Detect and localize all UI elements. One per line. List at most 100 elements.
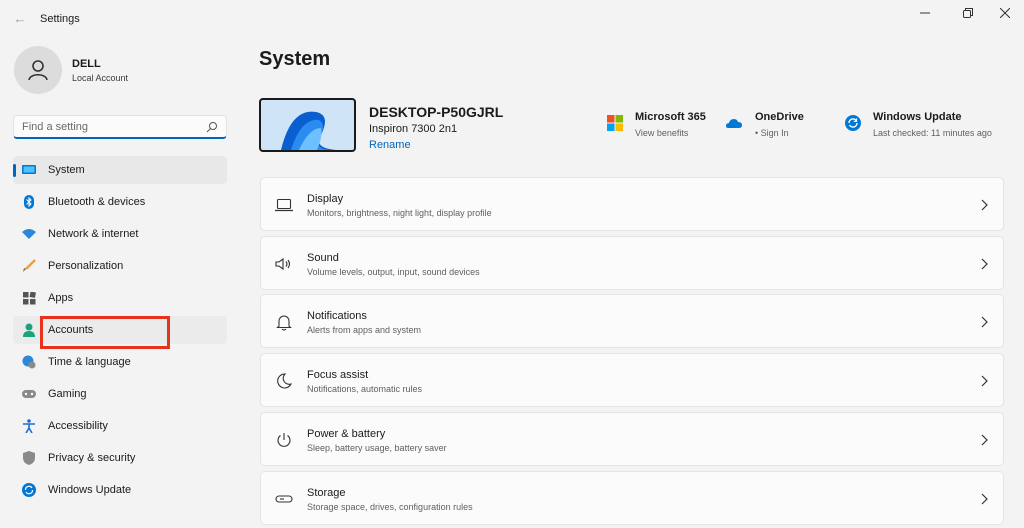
sidebar-item-bluetooth[interactable]: Bluetooth & devices [13, 188, 227, 216]
card-subtitle: Alerts from apps and system [307, 325, 422, 335]
search-input[interactable] [22, 119, 202, 135]
sidebar-item-time-language[interactable]: Time & language [13, 348, 227, 376]
tile-subtitle: • Sign In [755, 128, 789, 138]
restore-icon [963, 8, 973, 18]
paintbrush-icon [22, 259, 36, 273]
chevron-right-icon [981, 434, 988, 446]
accessibility-icon [22, 419, 36, 433]
sync-icon [22, 483, 36, 497]
card-title: Notifications [307, 310, 367, 322]
sidebar-item-accounts[interactable]: Accounts [13, 316, 227, 344]
tile-subtitle: View benefits [635, 128, 689, 138]
card-subtitle: Sleep, battery usage, battery saver [307, 443, 447, 453]
sidebar-nav: System Bluetooth & devices Network & int… [13, 156, 227, 508]
person-icon [22, 323, 36, 337]
bluetooth-icon [22, 195, 36, 209]
device-model: Inspiron 7300 2n1 [369, 123, 458, 135]
app-title: Settings [40, 13, 80, 25]
card-title: Sound [307, 252, 339, 264]
microsoft-365-tile[interactable]: Microsoft 365 View benefits [606, 110, 716, 142]
search-icon[interactable] [206, 121, 218, 133]
chevron-right-icon [981, 493, 988, 505]
bell-icon [274, 312, 294, 332]
sidebar-item-label: Personalization [48, 260, 124, 272]
wifi-icon [22, 227, 36, 241]
monitor-icon [22, 163, 36, 177]
restore-button[interactable] [951, 4, 985, 22]
onedrive-cloud-icon [726, 119, 742, 128]
drive-icon [274, 489, 294, 509]
card-subtitle: Storage space, drives, configuration rul… [307, 502, 473, 512]
sidebar: DELL Local Account System Bluetooth & de… [0, 36, 240, 528]
card-subtitle: Volume levels, output, input, sound devi… [307, 267, 480, 277]
sidebar-item-label: Privacy & security [48, 452, 136, 464]
person-avatar-icon [28, 60, 48, 81]
shield-icon [22, 451, 36, 465]
sidebar-item-label: Apps [48, 292, 74, 304]
tile-title: Microsoft 365 [635, 111, 706, 123]
speaker-icon [274, 254, 294, 274]
search-box[interactable] [13, 115, 227, 139]
globe-clock-icon [22, 355, 36, 369]
sidebar-item-gaming[interactable]: Gaming [13, 380, 227, 408]
user-name: DELL [72, 58, 101, 70]
card-title: Power & battery [307, 428, 386, 440]
windows-update-tile[interactable]: Windows Update Last checked: 11 minutes … [844, 110, 1014, 142]
gamepad-icon [22, 387, 36, 401]
sidebar-item-label: Bluetooth & devices [48, 196, 146, 208]
card-subtitle: Monitors, brightness, night light, displ… [307, 208, 492, 218]
chevron-right-icon [981, 375, 988, 387]
page-title: System [259, 48, 331, 70]
sidebar-item-label: Gaming [48, 388, 87, 400]
chevron-right-icon [981, 258, 988, 270]
windows-update-icon [845, 115, 861, 131]
microsoft-logo-icon [607, 115, 623, 131]
chevron-right-icon [981, 199, 988, 211]
close-icon [1000, 8, 1010, 18]
sidebar-item-apps[interactable]: Apps [13, 284, 227, 312]
device-wallpaper-thumbnail [259, 98, 356, 152]
avatar[interactable] [14, 46, 62, 94]
card-sound[interactable]: Sound Volume levels, output, input, soun… [260, 236, 1004, 290]
title-bar: ← Settings [0, 0, 1024, 36]
card-title: Focus assist [307, 369, 369, 381]
sidebar-item-label: Network & internet [48, 228, 139, 240]
card-display[interactable]: Display Monitors, brightness, night ligh… [260, 177, 1004, 231]
apps-grid-icon [22, 291, 36, 305]
card-title: Storage [307, 487, 346, 499]
power-icon [274, 430, 294, 450]
selection-indicator [13, 164, 16, 177]
card-storage[interactable]: Storage Storage space, drives, configura… [260, 471, 1004, 525]
moon-icon [274, 371, 294, 391]
account-type: Local Account [72, 73, 129, 83]
rename-link[interactable]: Rename [369, 139, 411, 151]
sidebar-item-personalization[interactable]: Personalization [13, 252, 227, 280]
sidebar-item-accessibility[interactable]: Accessibility [13, 412, 227, 440]
onedrive-tile[interactable]: OneDrive • Sign In [726, 110, 826, 142]
card-notifications[interactable]: Notifications Alerts from apps and syste… [260, 294, 1004, 348]
minimize-icon [920, 12, 930, 14]
card-power-battery[interactable]: Power & battery Sleep, battery usage, ba… [260, 412, 1004, 466]
close-button[interactable] [988, 4, 1022, 22]
main-content: System DESKTOP-P50GJRL Inspiron 7300 2n1… [240, 36, 1024, 528]
sidebar-item-privacy-security[interactable]: Privacy & security [13, 444, 227, 472]
card-subtitle: Notifications, automatic rules [307, 384, 423, 394]
tile-title: Windows Update [873, 111, 962, 123]
laptop-icon [274, 195, 294, 215]
tile-title: OneDrive [755, 111, 804, 123]
sidebar-item-windows-update[interactable]: Windows Update [13, 476, 227, 504]
device-name: DESKTOP-P50GJRL [369, 104, 504, 120]
sidebar-item-label: Time & language [48, 356, 131, 368]
sidebar-item-label: Accounts [48, 324, 94, 336]
sidebar-item-network[interactable]: Network & internet [13, 220, 227, 248]
tile-subtitle: Last checked: 11 minutes ago [873, 128, 992, 138]
sidebar-item-label: Windows Update [48, 484, 132, 496]
sidebar-item-label: Accessibility [48, 420, 108, 432]
chevron-right-icon [981, 316, 988, 328]
back-arrow-icon[interactable]: ← [10, 10, 30, 28]
minimize-button[interactable] [908, 4, 942, 22]
sidebar-item-system[interactable]: System [13, 156, 227, 184]
card-focus-assist[interactable]: Focus assist Notifications, automatic ru… [260, 353, 1004, 407]
card-title: Display [307, 193, 344, 205]
sidebar-item-label: System [48, 164, 85, 176]
